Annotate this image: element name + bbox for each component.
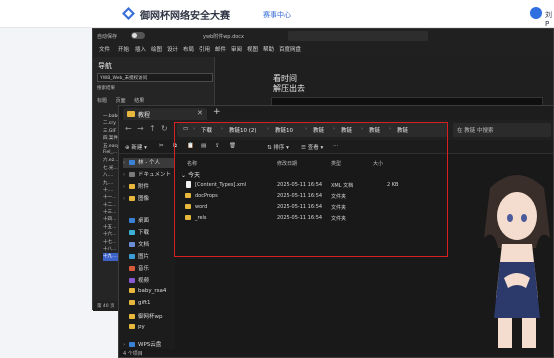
word-titlebar: 自动保存 ywb附件wp.docx (93, 29, 553, 43)
sidebar-item-music[interactable]: 音乐 (123, 264, 175, 274)
sidebar-item-wps-cloud[interactable]: › WPS云盘 (123, 340, 175, 350)
explorer-search-input[interactable]: 在 教链 中搜索 (453, 123, 551, 137)
nav-tab-headings[interactable]: 标题 (97, 98, 107, 104)
new-tab-button[interactable]: + (213, 107, 221, 117)
nav-search-input[interactable]: YWB_Web_未授权访问 (97, 73, 213, 82)
cloud-icon (129, 160, 135, 165)
up-arrow-icon[interactable]: ↑ (149, 124, 156, 133)
sidebar-item-gift1[interactable]: gift1 (123, 300, 175, 310)
event-center-link[interactable]: 赛事中心 (263, 10, 291, 20)
menu-layout[interactable]: 布局 (183, 45, 194, 53)
sidebar-item-videos[interactable]: 视频 (123, 276, 175, 286)
sidebar-item-baby-rsa4[interactable]: baby_rsa4 (123, 288, 175, 298)
user-name[interactable]: 刘P (545, 10, 554, 28)
sidebar-item-ywb-wp[interactable]: 御网杯wp (123, 312, 175, 322)
menu-home[interactable]: 开始 (118, 45, 129, 53)
desktop-icon (129, 218, 135, 223)
document-icon (129, 242, 135, 247)
sidebar-item-documents[interactable]: 文档 (123, 240, 175, 250)
refresh-icon[interactable]: ↻ (161, 124, 168, 133)
sidebar-item-pictures[interactable]: 图片 (123, 252, 175, 262)
back-arrow-icon[interactable]: ← (125, 124, 132, 133)
nav-title: 导航 (98, 62, 112, 70)
document-filename: ywb附件wp.docx (203, 34, 245, 40)
menu-view[interactable]: 视图 (247, 45, 258, 53)
folder-icon (129, 324, 135, 329)
site-logo-icon (122, 7, 135, 20)
cloud-icon (129, 342, 135, 347)
nav-tabs: 标题 页面 结果 (97, 97, 151, 104)
user-avatar[interactable] (530, 7, 542, 19)
menu-draw[interactable]: 绘图 (151, 45, 162, 53)
folder-icon (129, 300, 135, 305)
sidebar-item-desktop[interactable]: 桌面 (123, 216, 175, 226)
new-button[interactable]: ⊕ 新建 ▾ (125, 143, 147, 151)
word-menu-bar: 文件 开始 插入 绘图 设计 布局 引用 邮件 审阅 视图 帮助 百度网盘 (93, 43, 553, 55)
music-icon (129, 266, 135, 271)
folder-icon (127, 111, 135, 117)
new-button-label: 新建 (131, 145, 143, 151)
menu-mailings[interactable]: 邮件 (215, 45, 226, 53)
tab-label: 教程 (138, 112, 151, 119)
nav-search-result: 搜索结果 (97, 86, 115, 91)
menu-file[interactable]: 文件 (99, 45, 110, 53)
menu-references[interactable]: 引用 (199, 45, 210, 53)
nav-tab-pages[interactable]: 页面 (116, 98, 126, 104)
folder-icon (129, 288, 135, 293)
menu-review[interactable]: 审阅 (231, 45, 242, 53)
sidebar-item-documents-jp[interactable]: › ドキュメント (123, 170, 175, 180)
highlight-annotation (174, 122, 448, 257)
document-line: 解压出去 (273, 84, 305, 93)
forward-arrow-icon[interactable]: → (137, 124, 144, 133)
site-title: 御网杯网络安全大赛 (140, 11, 230, 22)
anime-character-image (484, 175, 550, 348)
explorer-search-placeholder: 在 教链 中搜索 (457, 128, 494, 134)
web-header: 御网杯网络安全大赛 赛事中心 刘P (0, 0, 554, 28)
explorer-tab-bar: 教程 ✕ + (119, 106, 553, 120)
word-search-box[interactable] (288, 31, 428, 41)
download-icon (129, 230, 135, 235)
menu-baidu-netdisk[interactable]: 百度网盘 (279, 45, 301, 53)
folder-icon (129, 184, 135, 189)
video-icon (129, 278, 135, 283)
menu-design[interactable]: 设计 (167, 45, 178, 53)
cut-icon[interactable]: ✂ (159, 143, 164, 149)
sidebar-item-images[interactable]: › 图像 (123, 194, 175, 204)
autosave-toggle[interactable] (131, 32, 145, 39)
menu-help[interactable]: 帮助 (263, 45, 274, 53)
picture-icon (129, 254, 135, 259)
sidebar-item-py[interactable]: py (123, 324, 175, 334)
close-icon[interactable]: ✕ (197, 109, 203, 117)
autosave-label: 自动保存 (97, 34, 118, 40)
sidebar-item-attachments[interactable]: › 附件 (123, 182, 175, 192)
menu-insert[interactable]: 插入 (135, 45, 146, 53)
explorer-sidebar: › 林 - 个人 › ドキュメント › 附件 › 图像 桌面 下载 文档 图片 音乐 视… (119, 154, 175, 349)
explorer-status-bar: 4 个项目 (123, 351, 143, 357)
folder-icon (129, 196, 135, 201)
sidebar-item-personal[interactable]: › 林 - 个人 (123, 158, 175, 168)
folder-icon (129, 172, 135, 177)
folder-icon (129, 314, 135, 319)
sidebar-item-downloads[interactable]: 下载 (123, 228, 175, 238)
explorer-tab[interactable]: 教程 ✕ (123, 108, 207, 120)
nav-tab-results[interactable]: 结果 (134, 98, 144, 104)
